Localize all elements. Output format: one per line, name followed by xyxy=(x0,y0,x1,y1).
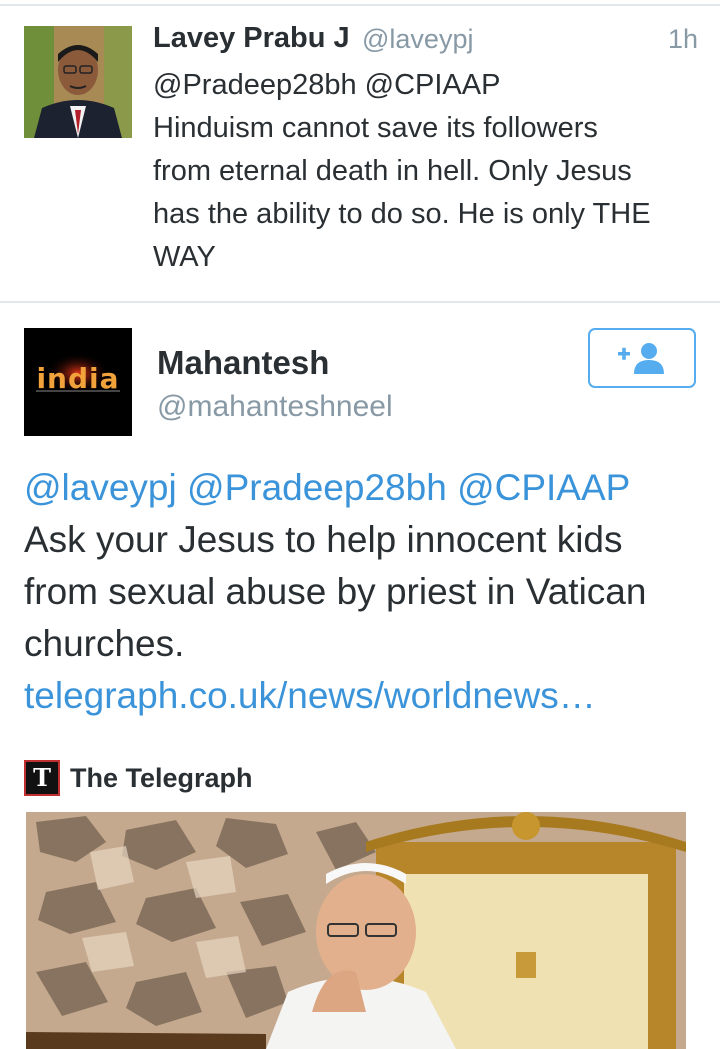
tweet-text-line: Ask your Jesus to help innocent kids xyxy=(24,519,623,560)
mention-link[interactable]: @Pradeep28bh xyxy=(187,467,447,508)
reply-tweet-header: Lavey Prabu J @laveypj 1h xyxy=(153,22,698,62)
tweet-text-line: churches. xyxy=(24,623,185,664)
author-handle[interactable]: @laveypj xyxy=(362,24,473,55)
tweet-text-line: from sexual abuse by priest in Vatican xyxy=(24,571,647,612)
logo-letter: T xyxy=(33,763,51,792)
pope-photo xyxy=(26,812,686,1049)
author-handle[interactable]: @mahanteshneel xyxy=(157,390,393,424)
tweet-text-line: from eternal death in hell. Only Jesus xyxy=(153,155,632,187)
mention-link[interactable]: @CPIAAP xyxy=(457,467,630,508)
tweet-timestamp: 1h xyxy=(667,24,698,54)
add-user-icon xyxy=(618,343,664,374)
url-link[interactable]: telegraph.co.uk/news/worldnews… xyxy=(24,670,714,722)
tweet-divider xyxy=(0,301,720,303)
avatar-mahantesh[interactable]: india xyxy=(24,328,132,436)
author-name[interactable]: Mahantesh xyxy=(157,344,329,382)
telegraph-logo-icon: T xyxy=(24,760,60,796)
avatar-brand-text: india xyxy=(36,362,120,395)
avatar-image xyxy=(24,26,132,138)
tweet-text-line: WAY xyxy=(153,241,216,273)
card-source-name: The Telegraph xyxy=(70,762,253,793)
tweet-text-line: @Pradeep28bh @CPIAAP xyxy=(153,69,501,101)
mention-link[interactable]: @laveypj xyxy=(24,467,177,508)
main-tweet-text: @laveypj @Pradeep28bh @CPIAAP Ask your J… xyxy=(24,462,714,722)
reply-tweet-text: @Pradeep28bh @CPIAAP Hinduism cannot sav… xyxy=(153,64,703,279)
card-image[interactable] xyxy=(26,812,686,1049)
avatar-lavey-prabu[interactable] xyxy=(24,26,132,138)
tweet-text-line: Hinduism cannot save its followers xyxy=(153,112,598,144)
card-source[interactable]: T The Telegraph xyxy=(24,760,253,796)
follow-button[interactable] xyxy=(588,328,696,388)
tweet-text-line: has the ability to do so. He is only THE xyxy=(153,198,651,230)
author-name[interactable]: Lavey Prabu J xyxy=(153,22,350,55)
tweet-mentions-line: @laveypj @Pradeep28bh @CPIAAP xyxy=(24,462,714,514)
reply-tweet[interactable]: Lavey Prabu J @laveypj 1h @Pradeep28bh @… xyxy=(0,0,720,296)
